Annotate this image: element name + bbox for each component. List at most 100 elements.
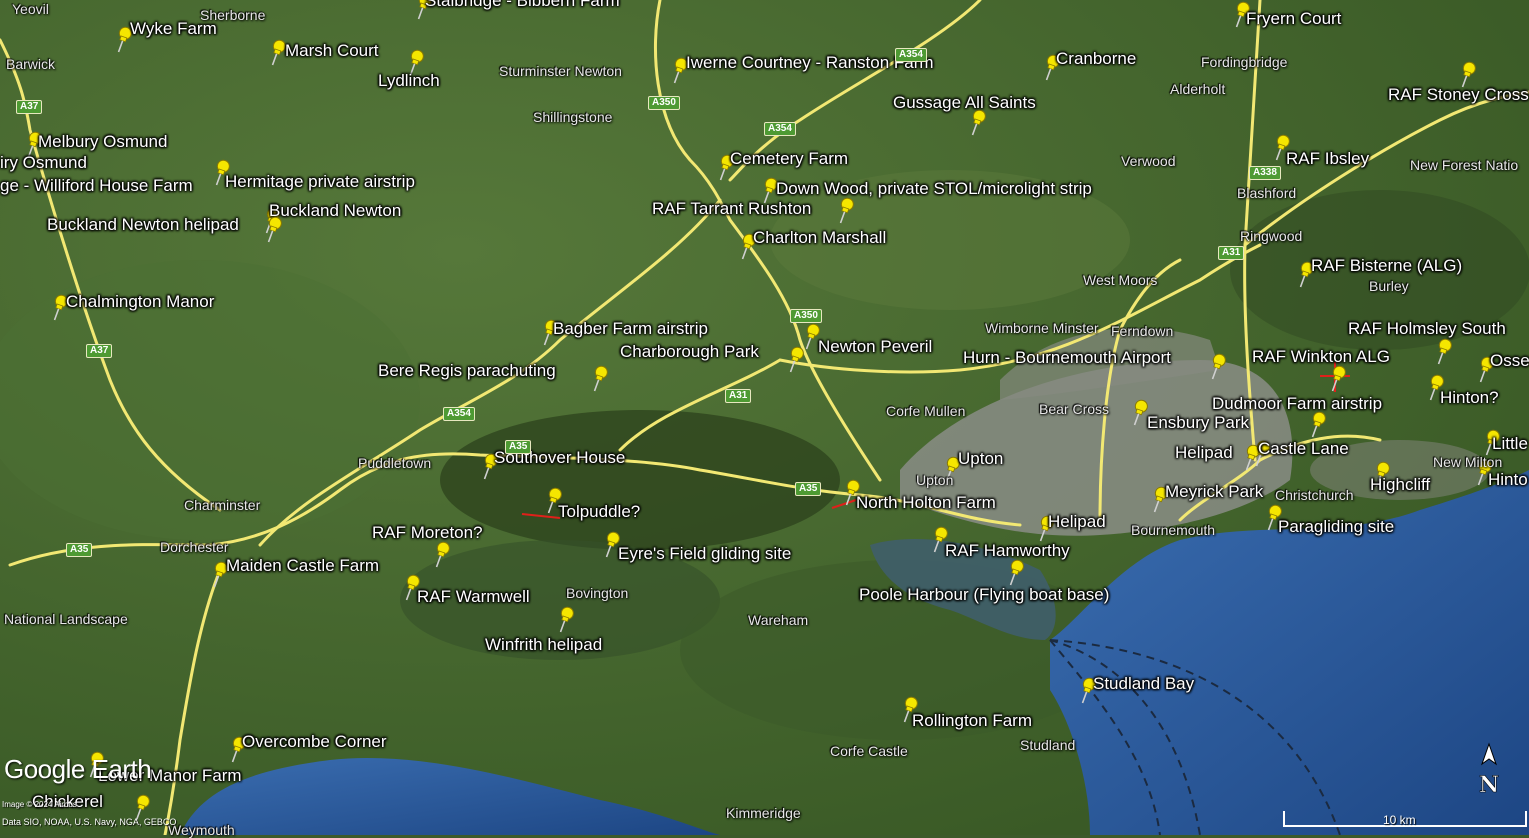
pushpin-icon[interactable] (1004, 558, 1028, 588)
pin-label-fryern-court[interactable]: Fryern Court (1246, 10, 1341, 27)
place-label-upton-town: Upton (916, 472, 954, 488)
pushpin-icon[interactable] (834, 196, 858, 226)
place-label-national-landscape: National Landscape (4, 611, 128, 627)
pin-label-rollington[interactable]: Rollington Farm (912, 712, 1032, 729)
pin-label-raf-warmwell[interactable]: RAF Warmwell (417, 588, 530, 605)
pin-label-buckland-heli[interactable]: Buckland Newton helipad (47, 216, 239, 233)
pin-label-dudmoor[interactable]: Dudmoor Farm airstrip (1212, 395, 1382, 412)
road-shield-a37-2: A37 (86, 344, 113, 358)
pin-label-raf-moreton[interactable]: RAF Moreton? (372, 524, 483, 541)
road-shield-a350-2: A350 (790, 309, 822, 323)
place-label-corfe-mullen: Corfe Mullen (886, 403, 966, 419)
pin-label-newton-peveril[interactable]: Newton Peveril (818, 338, 932, 355)
place-label-ferndown: Ferndown (1111, 323, 1174, 339)
google-earth-logo: Google Earth (4, 754, 152, 784)
road-shield-a354-2: A354 (764, 122, 796, 136)
pin-label-cranborne[interactable]: Cranborne (1056, 50, 1136, 67)
pin-label-williford[interactable]: ge - Williford House Farm (0, 177, 193, 194)
satellite-map[interactable]: Wyke Farm Marsh Court Lydlinch Stalbridge -… (0, 0, 1529, 837)
pin-label-bere-regis[interactable]: Bere Regis parachuting (378, 362, 556, 379)
place-label-yeovil: Yeovil (12, 1, 49, 17)
pin-label-raf-bisterne[interactable]: RAF Bisterne (ALG) (1311, 257, 1462, 274)
pin-label-melbury[interactable]: Melbury Osmund (38, 133, 167, 150)
pin-label-down-wood[interactable]: Down Wood, private STOL/microlight strip (776, 180, 1092, 197)
pin-label-raf-winkton[interactable]: RAF Winkton ALG (1252, 348, 1390, 365)
pin-label-osse[interactable]: Osse (1490, 352, 1529, 369)
place-label-barwick: Barwick (6, 56, 56, 72)
pushpin-icon[interactable] (1326, 364, 1350, 394)
pin-label-lydlinch[interactable]: Lydlinch (378, 72, 440, 89)
place-label-sherborne: Sherborne (200, 7, 266, 23)
pin-label-highcliff[interactable]: Highcliff (1370, 476, 1430, 493)
pushpin-icon[interactable] (1306, 410, 1330, 440)
pin-label-raf-tarrant[interactable]: RAF Tarrant Rushton (652, 200, 811, 217)
pin-label-hinton[interactable]: Hinton? (1440, 389, 1499, 406)
pin-label-castle-lane[interactable]: Castle Lane (1258, 440, 1349, 457)
pin-label-marsh-court[interactable]: Marsh Court (285, 42, 379, 59)
pin-label-cemetery-farm[interactable]: Cemetery Farm (730, 150, 848, 167)
pin-label-stalbridge[interactable]: Stalbridge - Bibbern Farm (425, 0, 620, 9)
place-label-puddletown: Puddletown (358, 455, 432, 471)
pin-label-paragliding[interactable]: Paragliding site (1278, 518, 1394, 535)
pin-label-little[interactable]: Little (1492, 435, 1528, 452)
place-label-kimmeridge: Kimmeridge (726, 805, 801, 821)
scale-label: 10 km (1383, 813, 1416, 827)
pin-label-gussage[interactable]: Gussage All Saints (893, 94, 1036, 111)
compass-letter: N (1479, 772, 1499, 798)
pin-label-raf-hamworthy[interactable]: RAF Hamworthy (945, 542, 1070, 559)
pin-label-hurn[interactable]: Hurn - Bournemouth Airport (963, 349, 1171, 366)
road-shield-a338: A338 (1249, 166, 1281, 180)
pin-label-charlton-marshall[interactable]: Charlton Marshall (753, 229, 886, 246)
pin-label-tolpuddle[interactable]: Tolpuddle? (558, 503, 640, 520)
pin-label-chalmington[interactable]: Chalmington Manor (66, 293, 214, 310)
pin-label-hinto[interactable]: Hinto (1488, 471, 1528, 488)
road-shield-a31-2: A31 (725, 389, 752, 403)
pin-label-winfrith[interactable]: Winfrith helipad (485, 636, 602, 653)
pin-label-ensbury[interactable]: Ensbury Park (1147, 414, 1249, 431)
road-shield-a354-3: A354 (443, 407, 475, 421)
place-label-fordingbridge: Fordingbridge (1201, 54, 1288, 70)
place-label-charminster: Charminster (184, 497, 261, 513)
pin-label-meyrick[interactable]: Meyrick Park (1165, 483, 1263, 500)
data-credit: Data SIO, NOAA, U.S. Navy, NGA, GEBCO (2, 817, 177, 827)
pushpin-icon[interactable] (262, 215, 286, 245)
pin-label-maiden-castle[interactable]: Maiden Castle Farm (226, 557, 379, 574)
pin-label-overcombe[interactable]: Overcombe Corner (242, 733, 387, 750)
pushpin-icon[interactable] (554, 605, 578, 635)
pin-label-helipad-2[interactable]: Helipad (1048, 513, 1106, 530)
pushpin-icon[interactable] (430, 540, 454, 570)
pin-label-north-holton[interactable]: North Holton Farm (856, 494, 996, 511)
pin-label-hermitage[interactable]: Hermitage private airstrip (225, 173, 415, 190)
compass-arrow-icon: N (1479, 742, 1499, 798)
place-label-ringwood: Ringwood (1240, 228, 1303, 244)
pin-label-raf-ibsley[interactable]: RAF Ibsley (1286, 150, 1369, 167)
place-label-burley: Burley (1369, 278, 1409, 294)
pin-label-iry-osmund[interactable]: iry Osmund (0, 154, 87, 171)
place-label-wimborne: Wimborne Minster (985, 320, 1099, 336)
place-label-west-moors: West Moors (1083, 272, 1158, 288)
pin-label-helipad-1[interactable]: Helipad (1175, 444, 1233, 461)
place-label-wareham: Wareham (748, 612, 809, 628)
road-shield-a35-1: A35 (505, 440, 532, 454)
place-label-bournemouth: Bournemouth (1131, 522, 1216, 538)
pin-label-eyres-field[interactable]: Eyre's Field gliding site (618, 545, 791, 562)
pushpin-icon[interactable] (588, 364, 612, 394)
pin-label-raf-holmsley[interactable]: RAF Holmsley South (1348, 320, 1506, 337)
pin-label-raf-stoney-cross[interactable]: RAF Stoney Cross (1388, 86, 1529, 103)
pushpin-icon[interactable] (1206, 352, 1230, 382)
pin-label-upton[interactable]: Upton (958, 450, 1003, 467)
place-label-dorchester: Dorchester (160, 539, 229, 555)
pushpin-icon[interactable] (966, 108, 990, 138)
pin-label-buckland-newton[interactable]: Buckland Newton (269, 202, 401, 219)
place-label-studland: Studland (1020, 737, 1076, 753)
place-label-alderholt: Alderholt (1170, 81, 1226, 97)
compass-north-icon[interactable]: N (1474, 742, 1504, 802)
pin-label-bagber[interactable]: Bagber Farm airstrip (553, 320, 708, 337)
pin-label-poole-harbour[interactable]: Poole Harbour (Flying boat base) (859, 586, 1109, 603)
pin-label-charborough[interactable]: Charborough Park (620, 343, 759, 360)
pin-label-studland-bay[interactable]: Studland Bay (1093, 675, 1194, 692)
place-label-christchurch: Christchurch (1275, 487, 1354, 503)
pushpin-icon[interactable] (1432, 337, 1456, 367)
place-label-bear-cross: Bear Cross (1039, 401, 1110, 417)
road-shield-a31-1: A31 (1218, 246, 1245, 260)
